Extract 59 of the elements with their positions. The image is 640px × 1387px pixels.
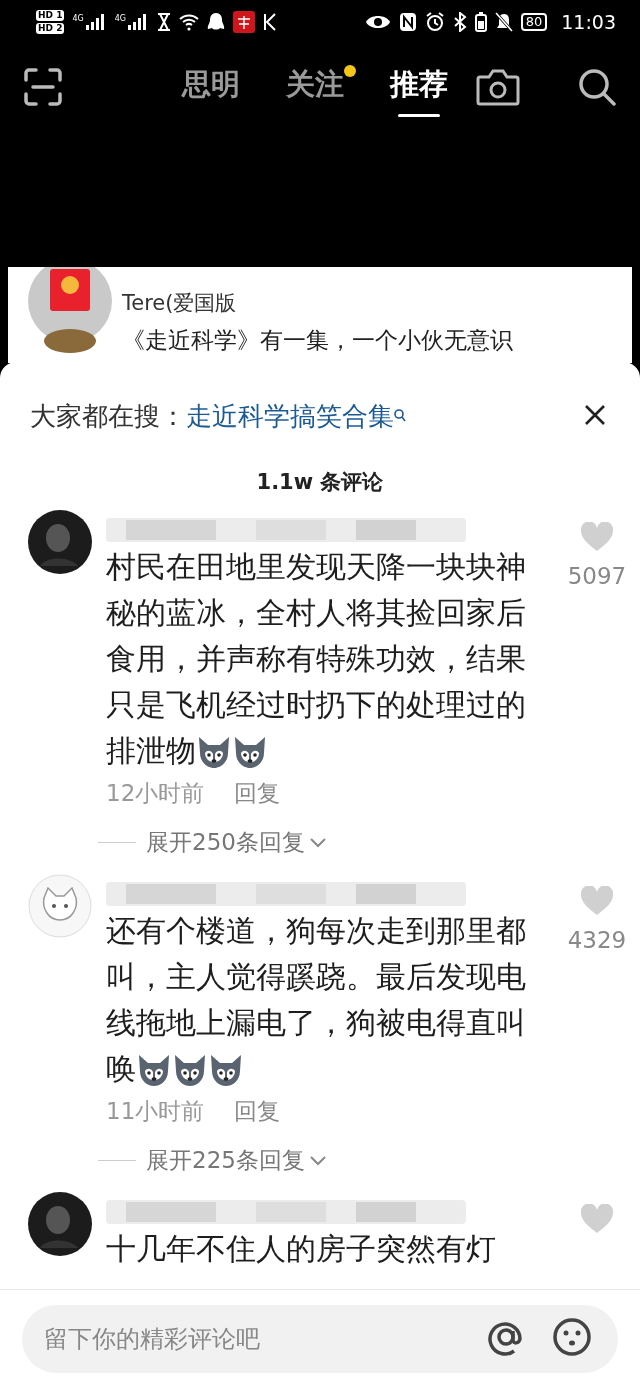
search-suggestion-link[interactable]: 走近科学搞笑合集	[186, 398, 394, 434]
like-count: 4329	[567, 927, 627, 953]
heart-icon	[580, 522, 614, 552]
avatar[interactable]	[28, 1192, 92, 1256]
search-hint-label: 大家都在搜：	[30, 399, 186, 433]
author-name: Tere(爱国版	[122, 290, 238, 317]
hourglass-icon	[157, 13, 171, 31]
signal-icon	[127, 14, 149, 30]
expand-replies-button[interactable]: 展开250条回复	[146, 827, 327, 858]
husky-emoji-icon	[136, 1053, 172, 1087]
network-label: 4G	[72, 14, 84, 23]
battery-saver-icon	[474, 12, 487, 32]
husky-emoji-icon	[208, 1053, 244, 1087]
chevron-down-icon	[308, 836, 327, 849]
camera-icon[interactable]	[476, 68, 520, 106]
network-label: 4G	[114, 14, 126, 23]
sim-label: HD 1	[36, 10, 65, 21]
heart-icon	[580, 886, 614, 916]
reply-button[interactable]: 回复	[234, 1096, 281, 1127]
nav-tab[interactable]: 推荐	[390, 55, 448, 119]
expand-replies-button[interactable]: 展开225条回复	[146, 1145, 327, 1176]
heart-icon	[580, 1204, 614, 1234]
nav-tab[interactable]: 思明	[182, 55, 240, 119]
clock-time: 11:03	[561, 11, 616, 33]
husky-emoji-icon	[232, 735, 268, 769]
signal-icon	[84, 14, 107, 30]
comment-text: 还有个楼道，狗每次走到那里都叫，主人觉得蹊跷。最后发现电线拖地上漏电了，狗被电得直叫	[106, 912, 527, 1042]
sim-label: HD 2	[36, 23, 65, 34]
comment-time: 11小时前	[106, 1097, 205, 1126]
husky-emoji-icon	[196, 735, 232, 769]
comment-text-line: 排泄物	[106, 733, 196, 768]
comment-time: 12小时前	[106, 779, 205, 808]
close-icon	[584, 403, 606, 426]
nfc-icon	[398, 12, 417, 32]
scan-icon[interactable]	[24, 68, 62, 106]
comment-input-field[interactable]: 留下你的精彩评论吧	[22, 1304, 618, 1373]
battery-level: 80	[520, 13, 548, 31]
search-icon[interactable]	[578, 68, 616, 106]
comment-text: 十几年不住人的房子突然有灯	[106, 1231, 496, 1266]
wifi-icon	[179, 13, 199, 31]
mute-bell-icon	[494, 12, 513, 32]
like-count: 5097	[567, 563, 627, 589]
bluetooth-icon	[452, 12, 467, 32]
penguin-icon	[207, 12, 225, 32]
video-caption: 《走近科学》有一集，一个小伙无意识	[122, 326, 513, 355]
eye-icon	[364, 14, 391, 30]
alarm-icon	[424, 12, 445, 32]
comment-text-line: 唤	[106, 1051, 136, 1086]
smiley-icon	[552, 1317, 592, 1357]
nav-tab[interactable]: 关注	[286, 55, 344, 119]
reply-button[interactable]: 回复	[234, 778, 281, 809]
k-icon	[263, 13, 277, 31]
app-icon	[233, 11, 255, 33]
husky-emoji-icon	[172, 1053, 208, 1087]
avatar[interactable]	[28, 510, 92, 574]
chevron-down-icon	[308, 1154, 327, 1167]
search-icon[interactable]	[394, 409, 406, 423]
comment-text: 村民在田地里发现天降一块块神秘的蓝冰，全村人将其捡回家后食用，并声称有特殊功效，结果只是飞机经过时扔下的处理过的	[106, 548, 527, 724]
comment-count: 1.1w 条评论	[255, 469, 385, 496]
